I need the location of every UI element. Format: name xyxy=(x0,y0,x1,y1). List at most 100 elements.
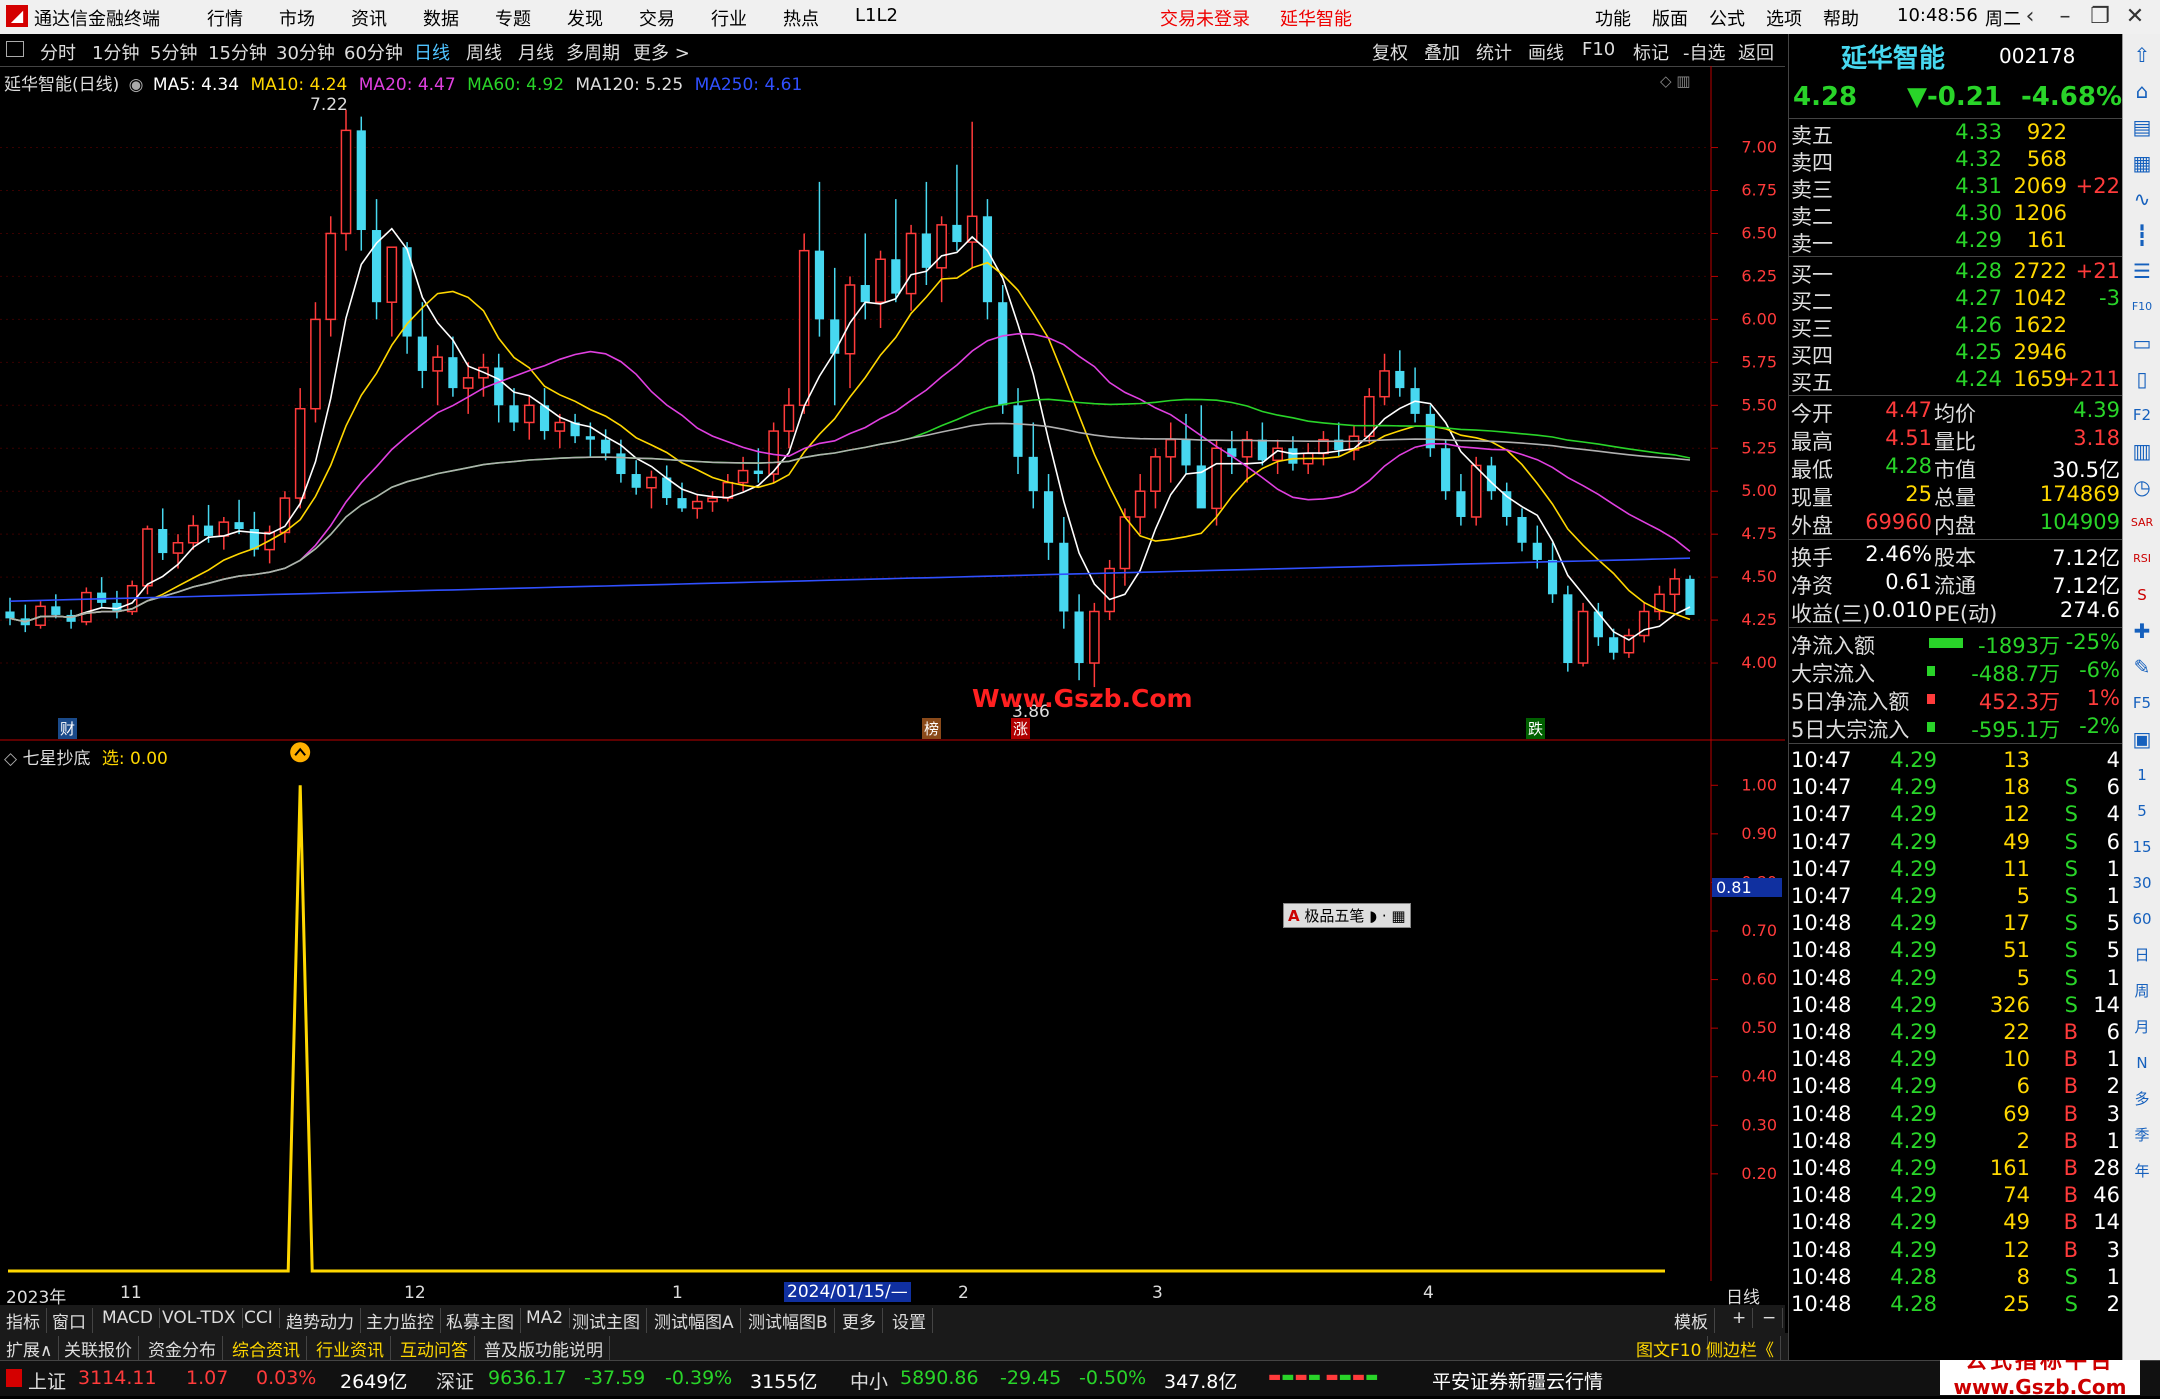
tool-diejia[interactable]: 叠加 xyxy=(1424,39,1460,65)
menu-gongshi[interactable]: 公式 xyxy=(1709,5,1745,31)
side-tool-20[interactable]: 1 xyxy=(2127,760,2157,790)
tool-tongji[interactable]: 统计 xyxy=(1476,39,1512,65)
side-tool-27[interactable]: 月 xyxy=(2127,1012,2157,1042)
tool-biaoji[interactable]: 标记 xyxy=(1633,39,1669,65)
tool-zixuan[interactable]: -自选 xyxy=(1683,39,1726,65)
ime-toolbar[interactable]: A 极品五笔 ◗ · ▦ xyxy=(1283,903,1411,928)
ext-tab-3[interactable]: 综合资讯 xyxy=(226,1336,307,1361)
tab-2[interactable]: MACD xyxy=(96,1308,160,1328)
side-tool-14[interactable]: RSI xyxy=(2127,544,2157,574)
marker-bang[interactable]: 榜 xyxy=(922,718,942,739)
chart-icon[interactable]: ▤ xyxy=(2127,112,2157,142)
tab-13[interactable]: 设置 xyxy=(886,1308,933,1333)
restore-icon[interactable]: ❐ xyxy=(2080,2,2120,32)
indicator-collapse-icon[interactable]: ◇ xyxy=(4,749,17,769)
ime-a-icon[interactable]: A xyxy=(1288,907,1300,925)
tool-huaxian[interactable]: 画线 xyxy=(1528,39,1564,65)
menu-zhuanti[interactable]: 专题 xyxy=(495,5,531,31)
tab-3[interactable]: VOL-TDX xyxy=(156,1308,243,1328)
tab-right-2[interactable]: − xyxy=(1756,1308,1784,1328)
ext-tab-1[interactable]: 关联报价 xyxy=(58,1336,139,1361)
side-tool-10[interactable]: F2 xyxy=(2127,400,2157,430)
indicator-chart[interactable]: 1.000.900.800.700.600.500.400.300.20 xyxy=(0,741,1785,1281)
tab-1[interactable]: 窗口 xyxy=(46,1308,93,1333)
tab-12[interactable]: 更多 xyxy=(836,1308,883,1333)
clock-icon[interactable]: ◷ xyxy=(2127,472,2157,502)
menu-faxian[interactable]: 发现 xyxy=(567,5,603,31)
menu-hangye[interactable]: 行业 xyxy=(711,5,747,31)
line-icon[interactable]: ∿ xyxy=(2127,184,2157,214)
side-tool-30[interactable]: 季 xyxy=(2127,1120,2157,1150)
menu-xuanxiang[interactable]: 选项 xyxy=(1766,5,1802,31)
menu-bangzhu[interactable]: 帮助 xyxy=(1823,5,1859,31)
period-5min[interactable]: 5分钟 xyxy=(150,39,197,65)
side-tool-13[interactable]: SAR xyxy=(2127,508,2157,538)
side-tool-15[interactable]: S xyxy=(2127,580,2157,610)
tab-0[interactable]: 指标 xyxy=(0,1308,47,1333)
menu-hangqing[interactable]: 行情 xyxy=(207,5,243,31)
marker-die[interactable]: 跌 xyxy=(1526,718,1546,739)
plus-icon[interactable]: ✚ xyxy=(2127,616,2157,646)
menu-shuju[interactable]: 数据 xyxy=(423,5,459,31)
tab-11[interactable]: 测试幅图B xyxy=(742,1308,835,1333)
tab-6[interactable]: 主力监控 xyxy=(360,1308,441,1333)
menu-redian[interactable]: 热点 xyxy=(783,5,819,31)
tab-9[interactable]: 测试主图 xyxy=(566,1308,647,1333)
tab-8[interactable]: MA2 xyxy=(520,1308,571,1328)
side-tool-31[interactable]: 年 xyxy=(2127,1156,2157,1186)
market-breadth-icon[interactable]: ▬▬▬▬ ▬▬▬▬ xyxy=(1268,1369,1378,1385)
table-icon[interactable]: ▥ xyxy=(2127,436,2157,466)
side-tool-21[interactable]: 5 xyxy=(2127,796,2157,826)
tab-10[interactable]: 测试幅图A xyxy=(648,1308,741,1333)
back-icon[interactable]: ‹ xyxy=(2010,2,2050,32)
candle-icon[interactable]: ┇ xyxy=(2127,220,2157,250)
doc2-icon[interactable]: ▯ xyxy=(2127,364,2157,394)
tab-right-0[interactable]: 模板 xyxy=(1668,1308,1715,1333)
side-tool-7[interactable]: F10 xyxy=(2127,292,2157,322)
menu-shichang[interactable]: 市场 xyxy=(279,5,315,31)
tab-right-1[interactable]: + xyxy=(1726,1308,1754,1328)
close-icon[interactable]: ✕ xyxy=(2115,2,2155,32)
period-more[interactable]: 更多 > xyxy=(633,39,690,65)
side-tool-22[interactable]: 15 xyxy=(2127,832,2157,862)
menu-gongneng[interactable]: 功能 xyxy=(1595,5,1631,31)
ext-tab-0[interactable]: 扩展∧ xyxy=(0,1336,60,1361)
ime-moon-icon[interactable]: ◗ · ▦ xyxy=(1369,907,1405,925)
side-tool-18[interactable]: F5 xyxy=(2127,688,2157,718)
login-status[interactable]: 交易未登录 xyxy=(1160,5,1250,31)
period-week[interactable]: 周线 xyxy=(466,39,502,65)
side-tool-29[interactable]: 多 xyxy=(2127,1084,2157,1114)
indicator-name[interactable]: 七星抄底 xyxy=(22,749,90,769)
doc-icon[interactable]: ▭ xyxy=(2127,328,2157,358)
ext-tab-right-0[interactable]: 图文F10 xyxy=(1630,1336,1709,1361)
candlestick-chart[interactable]: 7.00 6.75 6.50 6.25 6.00 5.75 5.50 5.25 5.00 4.75… xyxy=(0,66,1785,741)
marker-cai[interactable]: 财 xyxy=(58,718,78,739)
ext-tab-5[interactable]: 互动问答 xyxy=(394,1336,475,1361)
menu-l1l2[interactable]: L1L2 xyxy=(855,5,898,26)
legend-gear-icon[interactable]: ◉ xyxy=(129,75,144,95)
menu-zixun[interactable]: 资讯 xyxy=(351,5,387,31)
period-fenshi[interactable]: 分时 xyxy=(40,39,76,65)
calc-icon[interactable]: ▣ xyxy=(2127,724,2157,754)
up-arrow-icon[interactable]: ⇧ xyxy=(2127,40,2157,70)
ext-tab-2[interactable]: 资金分布 xyxy=(142,1336,223,1361)
pen-icon[interactable]: ✎ xyxy=(2127,652,2157,682)
period-month[interactable]: 月线 xyxy=(518,39,554,65)
ext-tab-6[interactable]: 普及版功能说明 xyxy=(478,1336,610,1361)
side-tool-26[interactable]: 周 xyxy=(2127,976,2157,1006)
ext-tab-right-1[interactable]: 侧边栏《 xyxy=(1700,1336,1781,1361)
period-1min[interactable]: 1分钟 xyxy=(92,39,139,65)
period-multi[interactable]: 多周期 xyxy=(566,39,620,65)
tool-fanhui[interactable]: 返回 xyxy=(1738,39,1774,65)
period-60min[interactable]: 60分钟 xyxy=(344,39,403,65)
home-icon[interactable]: ⌂ xyxy=(2127,76,2157,106)
menu-banmian[interactable]: 版面 xyxy=(1652,5,1688,31)
period-day[interactable]: 日线 xyxy=(414,39,450,65)
tab-4[interactable]: CCI xyxy=(238,1308,280,1328)
broker-name[interactable]: 平安证券新疆云行情 xyxy=(1432,1367,1603,1394)
side-tool-23[interactable]: 30 xyxy=(2127,868,2157,898)
side-tool-28[interactable]: N xyxy=(2127,1048,2157,1078)
list-icon[interactable]: ☰ xyxy=(2127,256,2157,286)
tab-7[interactable]: 私募主图 xyxy=(440,1308,521,1333)
menu-jiaoyi[interactable]: 交易 xyxy=(639,5,675,31)
